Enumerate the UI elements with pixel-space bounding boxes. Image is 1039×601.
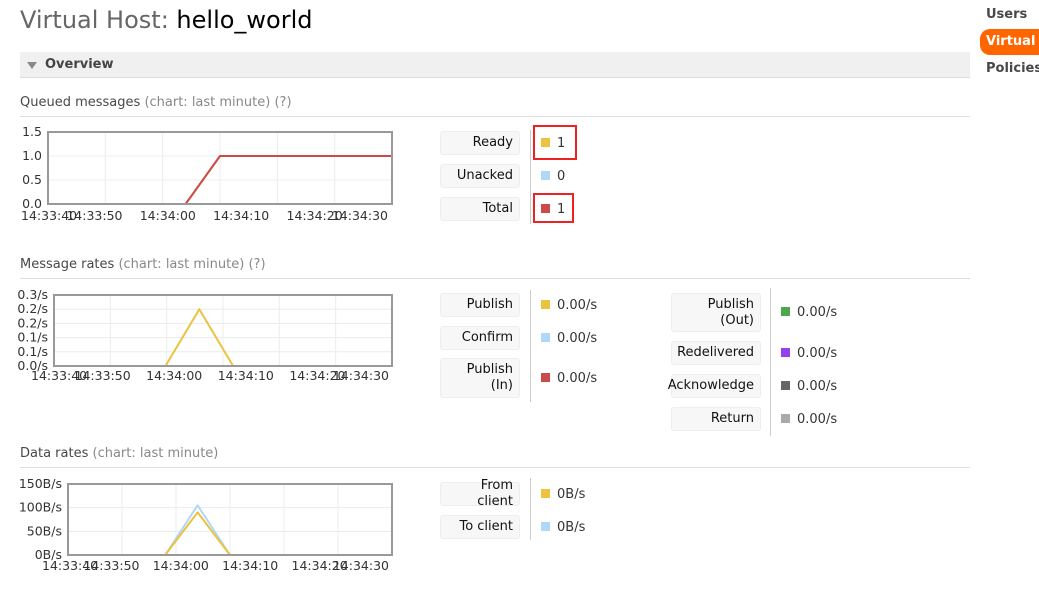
y-tick-label: 150B/s [19, 476, 62, 491]
stat-value-acknowledge: 0.00/s [781, 379, 837, 395]
rates-title-text: Message rates [20, 257, 115, 272]
stat-label-from-client: From client [440, 478, 520, 509]
x-tick-label: 14:34:30 [333, 368, 389, 383]
stat-value-publish-in: 0.00/s [541, 371, 597, 387]
collapse-triangle-icon [27, 62, 37, 69]
rates-subtitle: (chart: last minute) [118, 257, 245, 272]
stat-label-redelivered: Redelivered [671, 341, 761, 365]
queued-title-text: Queued messages [20, 95, 141, 110]
y-tick-label: 0.2/s [17, 301, 48, 316]
y-tick-label: 1.5 [22, 124, 42, 139]
data-rates-title-text: Data rates [20, 446, 89, 461]
stat-label-acknowledge: Acknowledge [668, 374, 761, 398]
queued-messages-title: Queued messages (chart: last minute) (?) [20, 95, 970, 117]
nav-item-virtual-hosts[interactable]: Virtual Hosts [980, 29, 1039, 55]
y-tick-label: 100B/s [19, 500, 62, 515]
data-rates-title: Data rates (chart: last minute) [20, 446, 970, 468]
rates-left-separator [530, 290, 531, 402]
x-tick-label: 14:34:00 [146, 368, 202, 383]
message-rates-chart: 0.3/s0.2/s0.2/s0.1/s0.1/s0.0/s14:33:4014… [17, 287, 393, 383]
vhost-name: hello_world [176, 6, 313, 34]
x-tick-label: 14:34:30 [332, 208, 388, 223]
y-tick-label: 0.2/s [17, 315, 48, 330]
stat-value-publish: 0.00/s [541, 298, 597, 314]
highlight-box-ready [533, 125, 577, 160]
stat-label-total: Total [440, 197, 520, 221]
y-tick-label: 0.3/s [17, 287, 48, 302]
swatch-to-client [541, 522, 550, 531]
stat-label-to-client: To client [440, 515, 520, 539]
stat-label-unacked: Unacked [440, 164, 520, 188]
swatch-acknowledge [781, 381, 790, 390]
stat-label-publish-in: Publish (In) [440, 358, 520, 398]
stat-label-ready: Ready [440, 131, 520, 155]
x-tick-label: 14:34:10 [218, 368, 274, 383]
x-tick-label: 14:34:10 [222, 558, 278, 573]
stat-value-publish-out: 0.00/s [781, 305, 837, 321]
nav-item-policies[interactable]: Policies [986, 61, 1039, 76]
stat-separator [530, 130, 531, 224]
data-rates-subtitle: (chart: last minute) [92, 446, 219, 461]
swatch-unacked [541, 171, 550, 180]
stat-label-publish-out: Publish (Out) [671, 293, 761, 332]
stat-label-publish: Publish [440, 293, 520, 317]
page-title-prefix: Virtual Host: [20, 6, 177, 34]
x-tick-label: 14:34:10 [213, 208, 269, 223]
y-tick-label: 50B/s [27, 523, 62, 538]
stat-label-confirm: Confirm [440, 326, 520, 350]
rates-right-separator [770, 288, 771, 436]
x-tick-label: 14:33:50 [83, 558, 139, 573]
overview-section-header[interactable]: Overview [20, 52, 970, 78]
stat-value-redelivered: 0.00/s [781, 346, 837, 362]
swatch-publish-in [541, 373, 550, 382]
swatch-from-client [541, 489, 550, 498]
x-tick-label: 14:34:30 [333, 558, 389, 573]
highlight-box-total [533, 193, 574, 223]
swatch-publish-out [781, 307, 790, 316]
x-tick-label: 14:34:00 [153, 558, 209, 573]
data-rates-chart: 150B/s100B/s50B/s0B/s14:33:4014:33:50 14:… [19, 476, 393, 573]
swatch-confirm [541, 333, 550, 342]
queued-subtitle: (chart: last minute) [144, 95, 271, 110]
overview-label: Overview [45, 57, 114, 72]
x-tick-label: 14:33:50 [75, 368, 131, 383]
stat-value-to-client: 0B/s [541, 520, 585, 536]
message-rates-title: Message rates (chart: last minute) (?) [20, 257, 970, 279]
y-tick-label: 1.0 [22, 148, 42, 163]
stat-value-from-client: 0B/s [541, 487, 585, 503]
right-nav: Users Virtual Hosts Policies [980, 0, 1039, 90]
y-tick-label: 0.1/s [17, 330, 48, 345]
stat-value-confirm: 0.00/s [541, 331, 597, 347]
nav-item-users[interactable]: Users [986, 7, 1027, 22]
swatch-return [781, 414, 790, 423]
page-title: Virtual Host: hello_world [20, 6, 313, 34]
swatch-redelivered [781, 348, 790, 357]
queued-messages-chart: 1.51.00.50.014:33:4014:33:50 14:34:00 14:3… [21, 124, 393, 223]
swatch-publish [541, 300, 550, 309]
y-tick-label: 0.5 [22, 172, 42, 187]
x-tick-label: 14:33:50 [66, 208, 122, 223]
stat-value-unacked: 0 [541, 169, 565, 185]
y-tick-label: 0.1/s [17, 344, 48, 359]
queued-help-link[interactable]: (?) [274, 95, 291, 110]
rates-help-link[interactable]: (?) [248, 257, 265, 272]
stat-value-return: 0.00/s [781, 412, 837, 428]
stat-label-return: Return [671, 407, 761, 431]
data-rates-separator [530, 478, 531, 540]
x-tick-label: 14:34:00 [140, 208, 196, 223]
